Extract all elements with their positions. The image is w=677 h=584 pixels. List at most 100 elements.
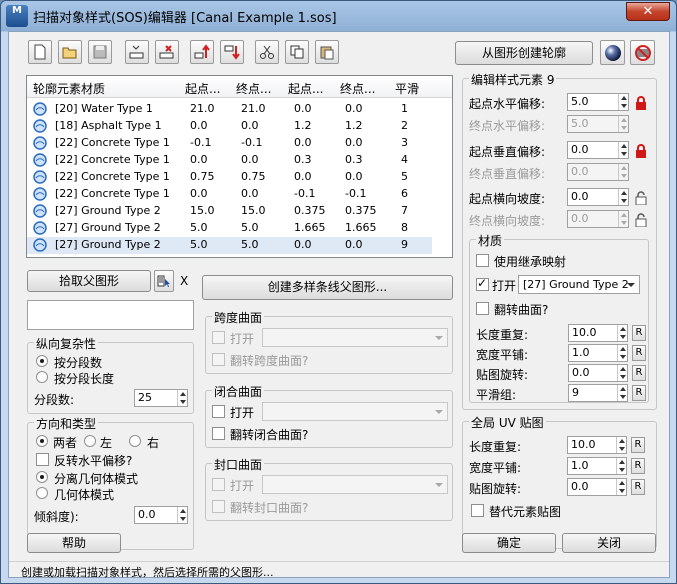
override-element-mapping-checkbox[interactable] (471, 504, 484, 517)
left-label: 左 (100, 436, 113, 450)
help-button[interactable]: 帮助 (27, 533, 121, 553)
create-from-shape-button[interactable]: 从图形创建轮廓 (455, 41, 593, 65)
geometry-mode-radio[interactable] (36, 487, 48, 499)
pick-cursor-button[interactable] (154, 270, 174, 292)
table-cell: -0.1 (241, 136, 263, 149)
by-length-radio[interactable] (36, 371, 48, 383)
table-cell: 0.0 (345, 170, 363, 183)
smoothing-group-reset-button[interactable]: R (632, 385, 646, 401)
material-title: 材质 (476, 232, 505, 249)
closed-open-checkbox[interactable] (212, 405, 225, 418)
end-v-offset-label: 终点垂直偏移: (469, 167, 546, 181)
col-end-2[interactable]: 终点... (340, 80, 375, 97)
open-file-button[interactable] (58, 40, 82, 64)
start-v-offset-spinner[interactable]: 0.0 (567, 141, 629, 159)
segments-spinner[interactable]: 25 (134, 389, 188, 407)
lock-closed-icon[interactable] (635, 96, 647, 110)
render-preview-button[interactable] (600, 40, 625, 65)
new-file-button[interactable] (28, 40, 52, 64)
slope-spinner[interactable]: 0.0 (134, 506, 188, 524)
span-flip-checkbox[interactable] (212, 353, 225, 366)
move-down-button[interactable] (220, 40, 244, 64)
lock-closed-icon[interactable] (635, 144, 647, 158)
width-tile-reset-button[interactable]: R (632, 345, 646, 361)
width-tile-spinner[interactable]: 1.0 (568, 344, 628, 362)
disable-preview-button[interactable] (630, 40, 655, 65)
closed-flip-checkbox[interactable] (212, 427, 225, 440)
cap-material-select[interactable] (262, 475, 448, 494)
global-length-repeat-reset-button[interactable]: R (631, 437, 645, 453)
inherit-mapping-checkbox[interactable] (476, 254, 489, 267)
col-material[interactable]: 轮廓元素材质 (33, 80, 105, 97)
global-width-tile-reset-button[interactable]: R (631, 458, 645, 474)
both-radio[interactable] (36, 435, 48, 447)
ok-button[interactable]: 确定 (462, 533, 556, 553)
table-cell: 0.0 (294, 102, 312, 115)
table-row[interactable]: [20] Water Type 1 21.0 21.0 0.0 0.0 1 (27, 101, 432, 118)
by-segments-radio[interactable] (36, 355, 48, 367)
table-row[interactable]: [22] Concrete Type 1 -0.1 -0.1 0.0 0.0 3 (27, 135, 432, 152)
flip-horizontal-checkbox[interactable] (36, 453, 49, 466)
cap-flip-checkbox[interactable] (212, 500, 225, 513)
end-slope-spinner[interactable]: 0.0 (567, 210, 629, 228)
create-multi-spline-button[interactable]: 创建多样条线父图形... (202, 275, 453, 300)
save-file-button[interactable] (88, 40, 112, 64)
flip-surface-checkbox[interactable] (476, 302, 489, 315)
map-rotation-spinner[interactable]: 0.0 (568, 364, 628, 382)
title-bar[interactable]: M 扫描对象样式(SOS)编辑器 [Canal Example 1.sos] ✕ (1, 1, 676, 31)
delete-element-button[interactable] (155, 40, 179, 64)
split-geometry-radio[interactable] (36, 471, 48, 483)
closed-material-select[interactable] (262, 402, 448, 421)
col-start-2[interactable]: 起点... (288, 80, 323, 97)
table-row[interactable]: [27] Ground Type 2 5.0 5.0 1.665 1.665 8 (27, 220, 432, 237)
table-cell: 5.0 (190, 238, 208, 251)
pick-parent-shape-button[interactable]: 拾取父图形 (27, 270, 151, 292)
end-h-offset-spinner[interactable]: 5.0 (567, 115, 629, 133)
table-row[interactable]: [22] Concrete Type 1 0.0 0.0 -0.1 -0.1 6 (27, 186, 432, 203)
inherit-mapping-label: 使用继承映射 (494, 255, 567, 269)
table-row[interactable]: [18] Asphalt Type 1 0.0 0.0 1.2 1.2 2 (27, 118, 432, 135)
global-map-rotation-spinner[interactable]: 0.0 (567, 478, 627, 496)
global-uv-title: 全局 UV 贴图 (469, 414, 546, 431)
copy-button[interactable] (285, 40, 309, 64)
material-select[interactable]: [27] Ground Type 2 (518, 275, 640, 294)
length-repeat-spinner[interactable]: 10.0 (568, 324, 628, 342)
clear-pick-x[interactable]: X (180, 274, 188, 288)
close-button[interactable]: 关闭 (562, 533, 656, 553)
map-rotation-reset-button[interactable]: R (632, 365, 646, 381)
table-cell: 0.375 (294, 204, 326, 217)
span-open-checkbox[interactable] (212, 331, 225, 344)
parent-shape-field[interactable] (27, 300, 194, 330)
right-radio[interactable] (129, 435, 141, 447)
global-width-tile-spinner[interactable]: 1.0 (567, 457, 627, 475)
start-slope-spinner[interactable]: 0.0 (567, 188, 629, 206)
col-end-1[interactable]: 终点... (236, 80, 271, 97)
window-close-button[interactable]: ✕ (626, 2, 670, 21)
material-open-checkbox[interactable] (476, 276, 489, 291)
global-map-rotation-reset-button[interactable]: R (631, 479, 645, 495)
lock-open-icon[interactable] (635, 191, 647, 205)
smoothing-group-spinner[interactable]: 9 (568, 384, 628, 402)
table-row[interactable]: [27] Ground Type 2 5.0 5.0 0.0 0.0 9 (27, 237, 432, 254)
table-row[interactable]: [22] Concrete Type 1 0.75 0.75 0.0 0.0 5 (27, 169, 432, 186)
profile-element-list[interactable]: 轮廓元素材质 起点... 终点... 起点... 终点... 平滑 [20] W… (26, 75, 453, 258)
cut-button[interactable] (255, 40, 279, 64)
paste-button[interactable] (315, 40, 339, 64)
left-radio[interactable] (84, 435, 96, 447)
table-row[interactable]: [27] Ground Type 2 15.0 15.0 0.375 0.375 7 (27, 203, 432, 220)
span-material-select[interactable] (262, 328, 448, 347)
override-element-mapping-label: 替代元素贴图 (489, 505, 562, 519)
move-up-button[interactable] (190, 40, 214, 64)
length-repeat-reset-button[interactable]: R (632, 325, 646, 341)
table-row[interactable]: [22] Concrete Type 1 0.0 0.0 0.3 0.3 4 (27, 152, 432, 169)
add-element-button[interactable] (125, 40, 149, 64)
global-length-repeat-spinner[interactable]: 10.0 (567, 436, 627, 454)
span-surface-group: 跨度曲面 打开 翻转跨度曲面? (205, 309, 453, 374)
geometry-mode-label: 几何体模式 (54, 488, 115, 502)
start-h-offset-spinner[interactable]: 5.0 (567, 93, 629, 111)
end-v-offset-spinner[interactable]: 0.0 (567, 163, 629, 181)
lock-open-icon[interactable] (635, 213, 647, 227)
cap-open-checkbox[interactable] (212, 478, 225, 491)
col-start-1[interactable]: 起点... (185, 80, 220, 97)
col-smooth[interactable]: 平滑 (395, 80, 419, 97)
